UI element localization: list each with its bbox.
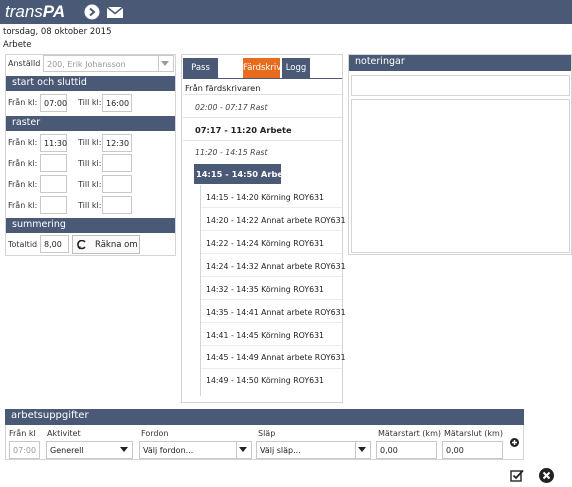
start-to-input[interactable]: 16:00 [102, 94, 132, 112]
vehicle-select-separator [236, 442, 237, 458]
raster-to-label: Till kl: [78, 159, 102, 168]
activity-select[interactable]: Generell [46, 441, 133, 459]
raster-to-input[interactable] [102, 196, 132, 214]
divider [183, 117, 342, 118]
raster-header: raster [6, 116, 175, 131]
arrow-circle-icon[interactable] [84, 4, 100, 20]
tab-underline [183, 78, 342, 79]
raster-to-label: Till kl: [78, 180, 102, 189]
vehicle-select[interactable]: Välj fordon... [139, 441, 252, 459]
chevron-down-icon [358, 447, 366, 452]
col-trailer-label: Släp [258, 429, 276, 438]
raster-from-label: Från kl: [8, 180, 38, 189]
employee-select-separator [158, 56, 159, 72]
close-icon[interactable] [539, 468, 554, 483]
divider [201, 322, 342, 323]
list-item[interactable]: 14:15 - 14:20 Körning ROY631 [206, 193, 324, 202]
col-vehicle-label: Fordon [141, 429, 169, 438]
tab-logg[interactable]: Logg [282, 58, 310, 78]
raster-from-input[interactable] [40, 196, 67, 214]
col-activity-label: Aktivitet [47, 429, 81, 438]
list-item[interactable]: 02:00 - 07:17 Rast [195, 103, 268, 112]
list-item[interactable]: 14:45 - 14:49 Annat arbete ROY631 [206, 353, 346, 362]
chevron-down-icon [239, 447, 247, 452]
noteringar-header: noteringar [349, 55, 571, 71]
start-to-label: Till kl: [78, 98, 102, 107]
logo-prefix: trans [5, 2, 43, 21]
selected-list-item[interactable]: 14:15 - 14:50 Arbete [194, 164, 293, 184]
totaltid-label: Totaltid [8, 240, 38, 249]
refresh-icon [77, 240, 86, 250]
list-item[interactable]: 14:22 - 14:24 Körning ROY631 [206, 239, 324, 248]
raster-from-label: Från kl: [8, 201, 38, 210]
list-item[interactable]: 14:24 - 14:32 Annat arbete ROY631 [206, 262, 346, 271]
noteringar-title-input[interactable] [351, 75, 570, 96]
tab-fardskrivare[interactable]: Färdskrivare [243, 58, 295, 78]
noteringar-textarea[interactable] [351, 99, 570, 253]
category-label: Arbete [3, 40, 32, 50]
summering-header: summering [6, 218, 175, 233]
add-icon[interactable] [510, 438, 519, 447]
raster-to-input[interactable] [102, 175, 132, 193]
logo-suffix: PA [42, 2, 66, 21]
raster-to-input[interactable] [102, 154, 132, 172]
fardskrivare-heading: Från färdskrivaren [185, 83, 261, 93]
envelope-icon[interactable] [106, 4, 124, 20]
trailer-select-value: Välj släp... [260, 446, 301, 455]
totaltid-input[interactable]: 8,00 [40, 235, 69, 253]
raster-to-label: Till kl: [78, 138, 102, 147]
approve-icon[interactable] [510, 469, 524, 482]
raster-from-input[interactable] [40, 154, 67, 172]
list-item[interactable]: 14:20 - 14:22 Annat arbete ROY631 [206, 216, 346, 225]
chevron-down-icon [161, 61, 169, 66]
raster-to-input[interactable]: 12:30 [102, 134, 132, 152]
rakna-om-button[interactable]: Räkna om [72, 235, 140, 254]
raster-to-label: Till kl: [78, 201, 102, 210]
top-bar: transPA [0, 0, 572, 24]
arbetsuppgifter-header: arbetsuppgifter [5, 409, 524, 425]
list-item[interactable]: 07:17 - 11:20 Arbete [195, 125, 292, 135]
meter-start-input[interactable]: 0,00 [376, 441, 437, 459]
divider [201, 345, 342, 346]
from-time-input[interactable]: 07:00 [9, 441, 40, 459]
start-slut-header: start och sluttid [6, 76, 175, 91]
divider [201, 230, 342, 231]
col-meter-end-label: Mätarslut (km) [444, 429, 503, 438]
divider [183, 140, 342, 141]
rakna-om-label: Räkna om [95, 240, 138, 250]
divider [201, 368, 342, 369]
employee-label: Anställd [8, 59, 41, 68]
list-item[interactable]: 14:49 - 14:50 Körning ROY631 [206, 376, 324, 385]
col-meter-start-label: Mätarstart (km) [378, 429, 441, 438]
divider [201, 253, 342, 254]
list-item[interactable]: 14:32 - 14:35 Körning ROY631 [206, 285, 324, 294]
tab-pass[interactable]: Pass [183, 58, 218, 78]
date-label: torsdag, 08 oktober 2015 [3, 27, 112, 37]
logo: transPA [5, 2, 65, 22]
heading-divider [183, 94, 342, 95]
sub-entries-rail [200, 185, 201, 396]
list-item[interactable]: 11:20 - 14:15 Rast [195, 148, 268, 157]
list-item[interactable]: 14:35 - 14:41 Annat arbete ROY631 [206, 308, 346, 317]
start-from-input[interactable]: 07:00 [40, 94, 67, 112]
raster-from-label: Från kl: [8, 138, 38, 147]
raster-from-input[interactable] [40, 175, 67, 193]
employee-select[interactable]: 200, Erik Johansson [43, 55, 174, 72]
start-from-label: Från kl: [8, 98, 38, 107]
list-item[interactable]: 14:41 - 14:45 Körning ROY631 [206, 331, 324, 340]
activity-select-value: Generell [50, 446, 84, 455]
employee-select-value: 200, Erik Johansson [47, 60, 126, 69]
col-from-label: Från kl [9, 429, 36, 438]
trailer-select[interactable]: Välj släp... [256, 441, 371, 459]
selected-list-item-label: 14:15 - 14:50 Arbete [196, 169, 293, 179]
vehicle-select-value: Välj fordon... [143, 446, 194, 455]
raster-from-label: Från kl: [8, 159, 38, 168]
divider [201, 207, 342, 208]
raster-from-input[interactable]: 11:30 [40, 134, 67, 152]
meter-end-input[interactable]: 0,00 [442, 441, 503, 459]
divider [201, 276, 342, 277]
divider [201, 299, 342, 300]
trailer-select-separator [355, 442, 356, 458]
chevron-down-icon [120, 447, 128, 452]
